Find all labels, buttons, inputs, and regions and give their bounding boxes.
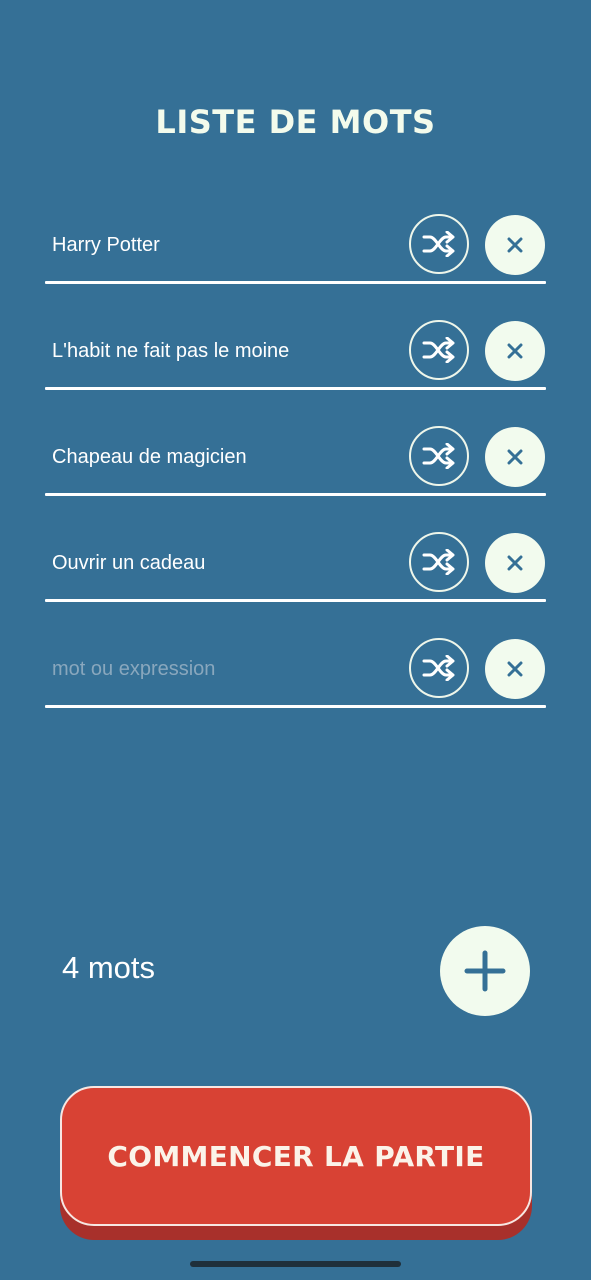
delete-button[interactable] (485, 321, 545, 381)
shuffle-button[interactable] (409, 214, 469, 274)
shuffle-icon (422, 231, 455, 257)
close-icon (507, 237, 523, 253)
word-input[interactable] (45, 420, 402, 494)
input-underline (45, 493, 546, 496)
word-count: 4 mots (62, 950, 156, 985)
word-row (45, 420, 546, 496)
delete-button[interactable] (485, 639, 545, 699)
word-row (45, 632, 546, 708)
word-input[interactable] (45, 208, 402, 282)
delete-button[interactable] (485, 427, 545, 487)
word-row (45, 208, 546, 284)
shuffle-button[interactable] (409, 638, 469, 698)
shuffle-button[interactable] (409, 532, 469, 592)
word-row (45, 314, 546, 390)
delete-button[interactable] (485, 215, 545, 275)
shuffle-icon (422, 549, 455, 575)
word-list (45, 208, 546, 738)
shuffle-button[interactable] (409, 320, 469, 380)
input-underline (45, 387, 546, 390)
close-icon (507, 555, 523, 571)
page-title: LISTE DE MOTS (155, 103, 436, 141)
home-indicator (190, 1261, 401, 1267)
input-underline (45, 281, 546, 284)
input-underline (45, 705, 546, 708)
shuffle-icon (422, 655, 455, 681)
shuffle-icon (422, 337, 455, 363)
plus-icon (464, 950, 506, 992)
shuffle-button[interactable] (409, 426, 469, 486)
start-game-button[interactable]: COMMENCER LA PARTIE (60, 1086, 532, 1226)
add-word-button[interactable] (440, 926, 530, 1016)
word-input[interactable] (45, 314, 402, 388)
word-input[interactable] (45, 632, 402, 706)
word-input[interactable] (45, 526, 402, 600)
shuffle-icon (422, 443, 455, 469)
delete-button[interactable] (485, 533, 545, 593)
word-row (45, 526, 546, 602)
close-icon (507, 449, 523, 465)
close-icon (507, 343, 523, 359)
input-underline (45, 599, 546, 602)
close-icon (507, 661, 523, 677)
